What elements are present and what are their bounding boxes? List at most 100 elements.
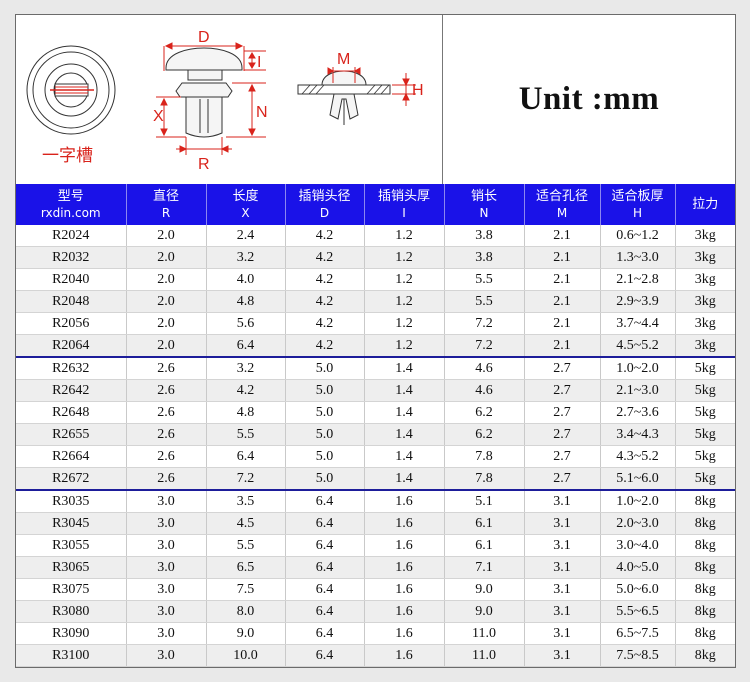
table-cell: 5.1 <box>444 489 525 513</box>
table-cell: 6.4 <box>206 445 286 468</box>
table-cell: 8kg <box>675 600 735 623</box>
table-cell: 5.0 <box>285 356 365 380</box>
table-row: R3075 3.0 7.5 6.4 1.6 9.0 3.1 5.0~6.0 8kg <box>16 578 735 601</box>
table-cell: 7.8 <box>444 467 525 491</box>
table-cell: 2.1 <box>524 246 601 269</box>
table-cell: 3kg <box>675 334 735 358</box>
table-cell: 1.0~2.0 <box>600 489 676 513</box>
column-header-label: 插销头径 <box>298 188 351 204</box>
table-cell: 8kg <box>675 534 735 557</box>
table-cell: 6.4 <box>285 489 365 513</box>
table-cell: 4.8 <box>206 290 286 313</box>
table-cell: 11.0 <box>444 644 525 667</box>
table-row: R2032 2.0 3.2 4.2 1.2 3.8 2.1 1.3~3.0 3kg <box>16 246 735 269</box>
table-cell: 0.6~1.2 <box>600 225 676 247</box>
table-cell: R2056 <box>16 312 127 335</box>
table-cell: 1.6 <box>364 489 445 513</box>
table-row: R2632 2.6 3.2 5.0 1.4 4.6 2.7 1.0~2.0 5kg <box>16 356 735 380</box>
slot-caption: 一字槽 <box>42 146 93 166</box>
table-cell: 6.4 <box>285 644 365 667</box>
table-cell: 7.8 <box>444 445 525 468</box>
column-header-label: 型号 <box>57 188 84 204</box>
table-cell: 3.1 <box>524 512 601 535</box>
table-cell: 5kg <box>675 467 735 491</box>
table-cell: 3.0 <box>126 622 207 645</box>
dim-label-n: N <box>256 104 268 121</box>
dim-label-x: X <box>153 108 164 125</box>
table-cell: 1.6 <box>364 600 445 623</box>
table-row: R2664 2.6 6.4 5.0 1.4 7.8 2.7 4.3~5.2 5kg <box>16 445 735 468</box>
table-cell: 7.1 <box>444 556 525 579</box>
column-header-label: 适合孔径 <box>535 188 588 204</box>
column-header-sub: N <box>479 205 489 220</box>
table-cell: 3.1 <box>524 534 601 557</box>
table-cell: 8kg <box>675 489 735 513</box>
table-row: R2064 2.0 6.4 4.2 1.2 7.2 2.1 4.5~5.2 3kg <box>16 334 735 358</box>
table-cell: 5.0~6.0 <box>600 578 676 601</box>
table-cell: 5.0 <box>285 467 365 491</box>
table-cell: 5.5 <box>206 423 286 446</box>
table-cell: 2.7 <box>524 379 601 402</box>
table-cell: 3kg <box>675 290 735 313</box>
column-header-sub: R <box>161 205 171 220</box>
table-cell: 3.1 <box>524 556 601 579</box>
table-cell: 1.2 <box>364 268 445 291</box>
table-cell: 5.5 <box>206 534 286 557</box>
table-cell: 2.0 <box>126 290 207 313</box>
table-cell: R3090 <box>16 622 127 645</box>
table-cell: 1.4 <box>364 467 445 491</box>
dim-label-i: I <box>257 54 261 71</box>
table-cell: 1.2 <box>364 334 445 358</box>
table-cell: 1.6 <box>364 578 445 601</box>
table-cell: 2.1 <box>524 312 601 335</box>
table-cell: 2.0 <box>126 225 207 247</box>
table-cell: 3.7~4.4 <box>600 312 676 335</box>
table-cell: 3.8 <box>444 225 525 247</box>
column-header-sub: H <box>632 205 643 220</box>
table-cell: 3.5 <box>206 489 286 513</box>
dim-label-h: H <box>412 82 424 99</box>
table-cell: 2.0 <box>126 334 207 358</box>
table-cell: 1.6 <box>364 556 445 579</box>
table-cell: 4.8 <box>206 401 286 424</box>
table-cell: 3.1 <box>524 644 601 667</box>
table-cell: 9.0 <box>206 622 286 645</box>
table-cell: 1.4 <box>364 423 445 446</box>
table-row: R2672 2.6 7.2 5.0 1.4 7.8 2.7 5.1~6.0 5kg <box>16 467 735 491</box>
table-cell: 6.5~7.5 <box>600 622 676 645</box>
rivet-installed-view-icon <box>297 70 391 125</box>
table-cell: 5kg <box>675 401 735 424</box>
table-cell: 7.2 <box>444 312 525 335</box>
table-cell: R2632 <box>16 356 127 380</box>
table-cell: R3055 <box>16 534 127 557</box>
table-cell: R3075 <box>16 578 127 601</box>
table-cell: 1.4 <box>364 401 445 424</box>
table-row: R3090 3.0 9.0 6.4 1.6 11.0 3.1 6.5~7.5 8kg <box>16 622 735 645</box>
table-cell: 1.6 <box>364 512 445 535</box>
table-cell: 2.6 <box>126 401 207 424</box>
table-cell: 6.2 <box>444 401 525 424</box>
table-cell: R2655 <box>16 423 127 446</box>
table-cell: 4.2 <box>285 334 365 358</box>
table-cell: 1.6 <box>364 622 445 645</box>
table-cell: 7.2 <box>444 334 525 358</box>
table-cell: 3kg <box>675 268 735 291</box>
table-cell: 2.9~3.9 <box>600 290 676 313</box>
column-header: 长度 X <box>206 184 286 225</box>
table-cell: 6.4 <box>285 600 365 623</box>
table-cell: 2.1 <box>524 225 601 247</box>
table-cell: 1.3~3.0 <box>600 246 676 269</box>
column-header-label: 直径 <box>152 188 179 204</box>
table-cell: 6.4 <box>285 534 365 557</box>
table-cell: 3.1 <box>524 489 601 513</box>
table-row: R3055 3.0 5.5 6.4 1.6 6.1 3.1 3.0~4.0 8kg <box>16 534 735 557</box>
table-cell: 10.0 <box>206 644 286 667</box>
table-cell: 11.0 <box>444 622 525 645</box>
table-cell: 1.6 <box>364 644 445 667</box>
table-cell: 3.0 <box>126 534 207 557</box>
table-cell: 3.1 <box>524 600 601 623</box>
table-cell: 3.2 <box>206 356 286 380</box>
column-header: 适合孔径 M <box>524 184 601 225</box>
table-cell: R2648 <box>16 401 127 424</box>
table-cell: 2.7 <box>524 423 601 446</box>
